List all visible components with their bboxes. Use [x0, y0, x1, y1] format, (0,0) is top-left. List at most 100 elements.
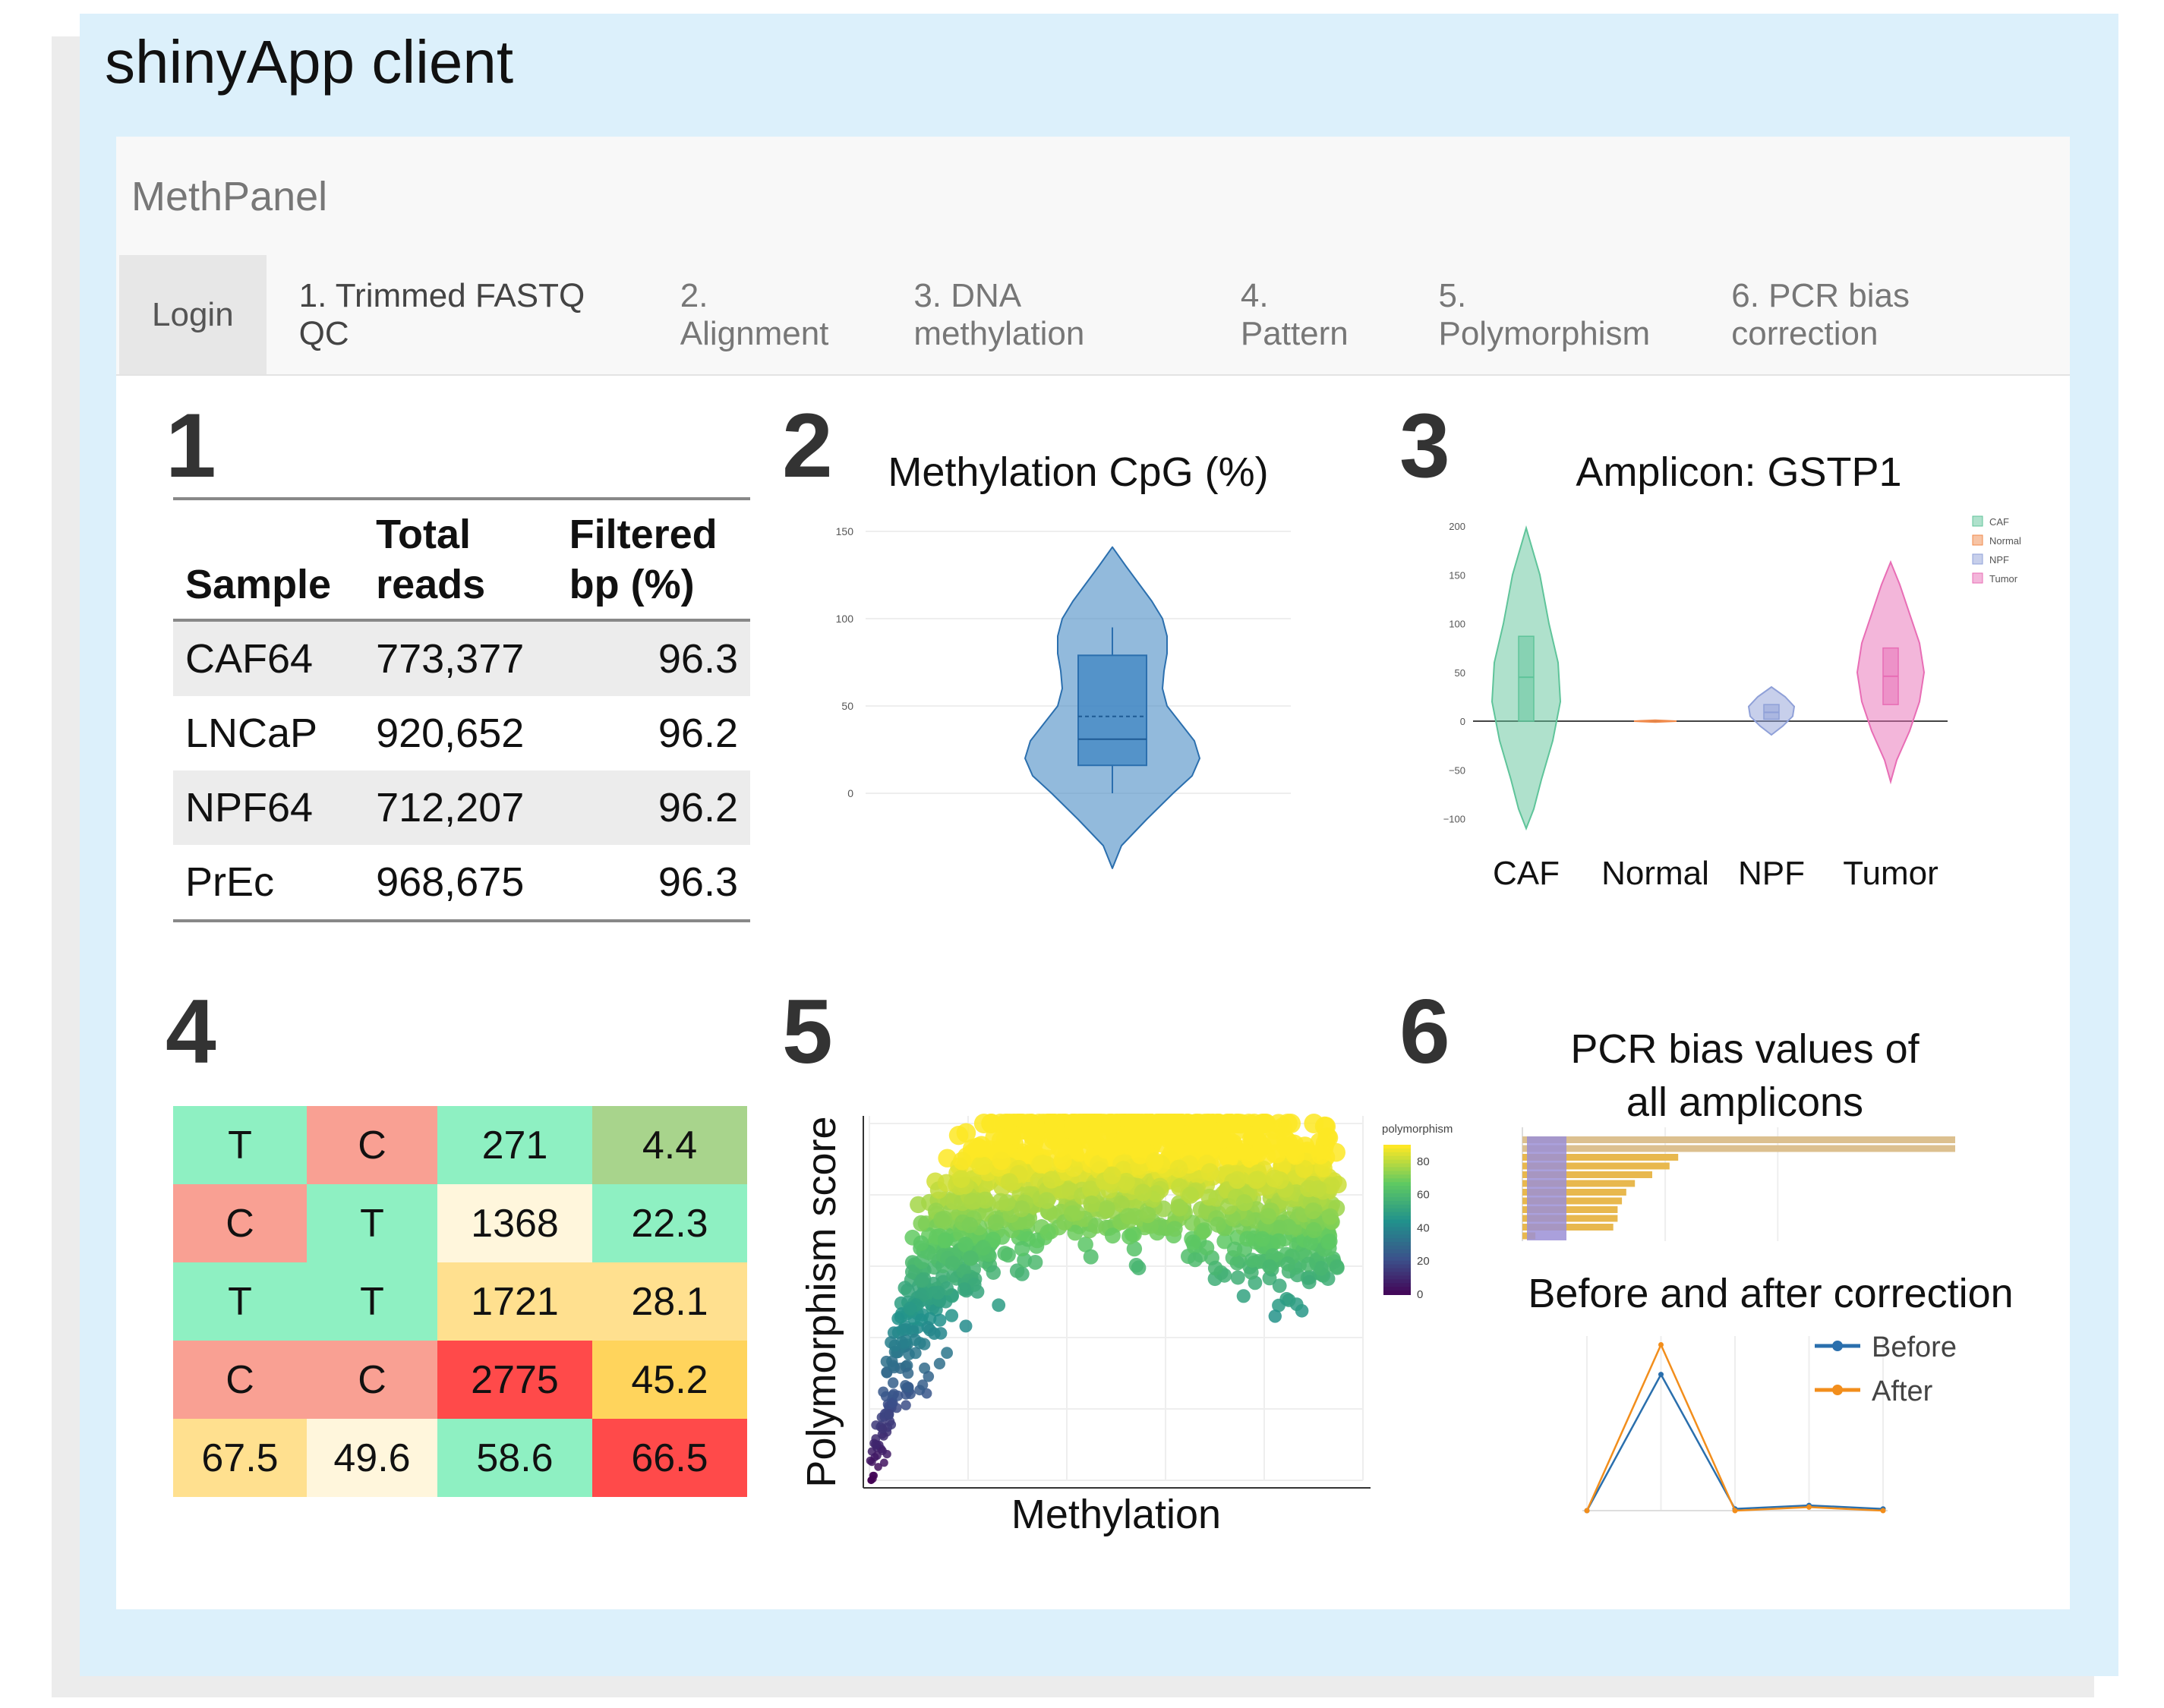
y-tick-label: 0 [1460, 716, 1465, 727]
qc-header-total-reads: Total reads [376, 512, 486, 607]
qc-table-header: Sample Total reads Filtered bp (%) [173, 499, 750, 620]
legend-marker [1832, 1341, 1843, 1351]
x-tick-label: Tumor [1843, 855, 1938, 892]
scatter-point [1226, 1241, 1243, 1257]
scatter-point [1000, 1173, 1019, 1191]
scatter-point [933, 1211, 950, 1228]
scatter-point [1244, 1253, 1260, 1268]
scatter-point [1270, 1233, 1287, 1249]
scatter-point [915, 1273, 929, 1288]
pcr-bias-chart: PCR bias values of all amplicons Before an… [1522, 1026, 2014, 1514]
polymorphism-scatter-chart: Methylation Polymorphism score polymorphis… [805, 1114, 1453, 1537]
scatter-point [887, 1360, 899, 1372]
tab-trimmed-fastq-qc[interactable]: 1. Trimmed FASTQ QC [267, 255, 648, 374]
scatter-point [1311, 1145, 1330, 1164]
scatter-point [1083, 1195, 1100, 1213]
amplicon-violin-chart: Amplicon: GSTP1 200 150 100 50 0 −50 −100 CAF Nor… [1443, 452, 2021, 892]
tab-alignment[interactable]: 2. Alignment [648, 255, 882, 374]
series-point [1658, 1342, 1664, 1347]
scatter-point [1013, 1200, 1030, 1218]
scatter-point [1181, 1186, 1200, 1204]
y-tick-label: −100 [1443, 814, 1465, 825]
heatmap-row: T C 271 4.4 [173, 1106, 747, 1184]
scatter-point [1304, 1114, 1324, 1133]
bar-highlight [1527, 1136, 1566, 1240]
heatmap-row: 67.5 49.6 58.6 66.5 [173, 1419, 747, 1497]
scatter-point [1267, 1144, 1287, 1164]
scatter-point [1192, 1123, 1213, 1143]
tab-dna-methylation[interactable]: 3. DNA methylation [881, 255, 1208, 374]
scatter-point [1166, 1221, 1183, 1237]
heatmap-row: C C 2775 45.2 [173, 1341, 747, 1419]
scatter-point [959, 1319, 973, 1333]
heatmap-cell: 28.1 [592, 1262, 747, 1341]
scatter-point [933, 1357, 945, 1369]
y-tick-label: 200 [1449, 521, 1465, 532]
scatter-point [1301, 1275, 1317, 1290]
series-point [1658, 1372, 1664, 1378]
x-tick-label: NPF [1738, 855, 1805, 892]
heatmap-cell: 1721 [437, 1262, 592, 1341]
bar [1522, 1136, 1955, 1143]
heatmap-row: C T 1368 22.3 [173, 1184, 747, 1262]
scatter-point [1235, 1194, 1254, 1212]
panel-number-5: 5 [782, 981, 833, 1082]
scatter-point [910, 1196, 927, 1214]
scatter-point [1134, 1183, 1152, 1202]
legend-marker [1832, 1385, 1843, 1395]
scatter-point [1247, 1171, 1266, 1190]
scatter-point [902, 1367, 914, 1379]
scatter-point [901, 1400, 911, 1410]
scatter-point [903, 1348, 915, 1360]
bar-chart-title: PCR bias values of [1570, 1026, 1920, 1072]
violin-normal [1633, 719, 1677, 723]
app-brand[interactable]: MethPanel [131, 173, 327, 220]
heatmap-cell: 1368 [437, 1184, 592, 1262]
qc-table: Sample Total reads Filtered bp (%) CAF64 77… [173, 497, 750, 922]
scatter-point [931, 1285, 945, 1300]
scatter-point [945, 1309, 959, 1322]
colorbar-tick: 0 [1417, 1288, 1423, 1301]
scatter-point [1000, 1247, 1016, 1263]
scatter-point [992, 1298, 1006, 1313]
scatter-point [878, 1424, 888, 1434]
scatter-point [992, 1151, 1011, 1171]
qc-header-filtered-bp: Filtered bp (%) [569, 512, 718, 607]
pattern-heatmap: T C 271 4.4 C T 1368 22.3 T T 1721 28.1 C C 2775 45.2 67… [173, 1106, 747, 1497]
legend-swatch [1972, 572, 1983, 584]
colorbar-title: polymorphism [1382, 1123, 1453, 1136]
y-tick-label: 50 [1455, 667, 1465, 679]
scatter-point [903, 1382, 914, 1393]
scatter-point [1043, 1171, 1061, 1189]
tab-pcr-bias-correction[interactable]: 6. PCR bias correction [1699, 255, 2070, 374]
heatmap-row: T T 1721 28.1 [173, 1262, 747, 1341]
y-tick-label: 100 [836, 613, 854, 625]
chart-title: Methylation CpG (%) [888, 452, 1268, 495]
bar [1522, 1145, 1955, 1152]
scatter-point [971, 1156, 990, 1175]
x-axis-label: Methylation [1011, 1492, 1221, 1537]
tab-pattern[interactable]: 4. Pattern [1208, 255, 1406, 374]
colorbar-tick: 20 [1417, 1255, 1430, 1268]
line-chart-title: Before and after correction [1528, 1271, 2013, 1316]
heatmap-cell: T [173, 1262, 307, 1341]
scatter-point [869, 1471, 877, 1480]
scatter-point [923, 1371, 935, 1382]
scatter-point [998, 1194, 1016, 1212]
client-title: shinyApp client [105, 28, 514, 96]
tab-bar: Login 1. Trimmed FASTQ QC 2. Alignment 3… [119, 255, 2070, 374]
scatter-point [1185, 1234, 1201, 1250]
scatter-point [945, 1256, 961, 1271]
scatter-point [961, 1217, 978, 1234]
tab-login[interactable]: Login [119, 255, 267, 374]
table-row: PrEc 968,675 96.3 [173, 845, 750, 921]
scatter-point [1113, 1131, 1133, 1151]
y-tick-label: 100 [1449, 619, 1465, 630]
scatter-point [1132, 1137, 1152, 1157]
tab-polymorphism[interactable]: 5. Polymorphism [1405, 255, 1699, 374]
scatter-point [1217, 1114, 1238, 1133]
heatmap-cell: 66.5 [592, 1419, 747, 1497]
scatter-point [1236, 1289, 1251, 1303]
scatter-point [1104, 1227, 1121, 1244]
bar-chart-title: all amplicons [1626, 1079, 1863, 1125]
